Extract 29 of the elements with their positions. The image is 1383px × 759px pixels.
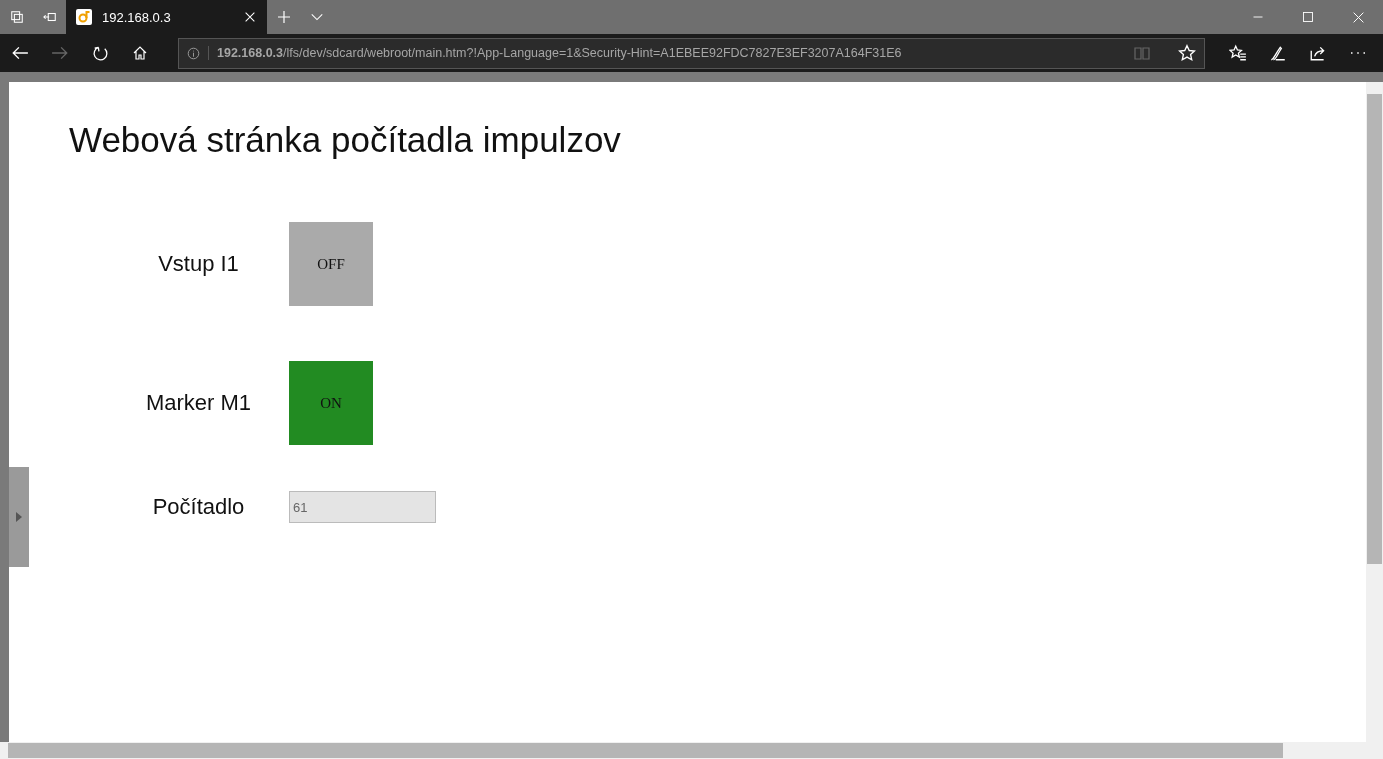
- plus-icon[interactable]: [275, 9, 292, 25]
- refresh-icon[interactable]: [91, 44, 109, 62]
- vertical-scrollbar[interactable]: [1366, 82, 1383, 742]
- page-title: Webová stránka počítadla impulzov: [68, 119, 622, 160]
- back-arrow-icon[interactable]: [11, 44, 29, 62]
- caret-icon: [16, 512, 22, 522]
- star-icon[interactable]: [1178, 44, 1196, 62]
- site-icon: [76, 9, 92, 25]
- share-icon[interactable]: [1309, 44, 1327, 62]
- url-text: 192.168.0.3/lfs/dev/sdcard/webroot/main.htm?!App-Language=1&Security-Hint=A1EBEE92FDC7827E3EF3207A164F31E6: [208, 46, 1126, 60]
- field-label: Vstup I1: [157, 251, 240, 277]
- favorites-icon[interactable]: [1229, 44, 1247, 62]
- home-icon[interactable]: [132, 45, 148, 61]
- tab-aside-icon[interactable]: [42, 10, 57, 24]
- horizontal-scrollbar[interactable]: [0, 742, 1383, 759]
- status-button[interactable]: ON: [289, 361, 373, 445]
- maximize-icon[interactable]: [1302, 11, 1314, 23]
- address-bar[interactable]: 192.168.0.3/lfs/dev/sdcard/webroot/main.htm?!App-Language=1&Security-Hint=A1EBEE92FDC7827E3EF3207A164F31E6: [178, 37, 1205, 69]
- info-icon[interactable]: [187, 46, 200, 60]
- status-button[interactable]: OFF: [289, 222, 373, 306]
- field-label: Marker M1: [144, 390, 253, 416]
- close-icon[interactable]: [243, 10, 257, 24]
- field-label: Počítadlo: [151, 494, 246, 520]
- browser-tab[interactable]: 192.168.0.3: [66, 0, 267, 34]
- counter-field[interactable]: 61: [289, 491, 436, 523]
- forward-arrow-icon[interactable]: [51, 44, 69, 62]
- side-panel-handle[interactable]: [9, 467, 29, 567]
- tabs-icon[interactable]: [9, 10, 24, 24]
- pen-icon[interactable]: [1269, 44, 1287, 62]
